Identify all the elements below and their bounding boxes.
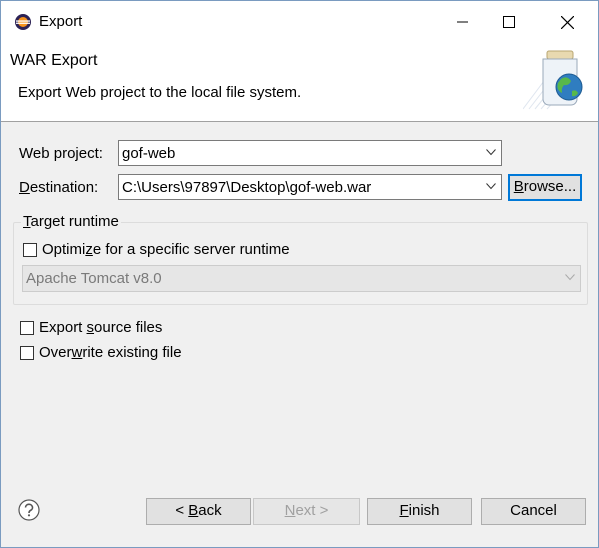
web-project-label: Web project:: [19, 145, 103, 162]
web-project-combo[interactable]: gof-web: [118, 140, 502, 166]
server-runtime-value: Apache Tomcat v8.0: [26, 270, 162, 287]
export-jar-globe-icon: [523, 50, 583, 110]
back-button[interactable]: < Back: [146, 498, 251, 525]
window-title: Export: [39, 13, 83, 30]
optimize-label: Optimize for a specific server runtime: [42, 241, 290, 258]
minimize-icon: [457, 21, 468, 23]
wizard-banner: WAR Export Export Web project to the loc…: [1, 43, 598, 122]
maximize-icon: [503, 16, 515, 28]
destination-label: Destination:: [19, 179, 99, 196]
target-runtime-group: [13, 222, 588, 305]
chevron-down-icon: [486, 183, 496, 190]
destination-value: C:\Users\97897\Desktop\gof-web.war: [122, 179, 372, 196]
overwrite-label: Overwrite existing file: [39, 344, 182, 361]
wizard-title: WAR Export: [10, 52, 98, 69]
title-bar: Export: [1, 1, 598, 43]
minimize-button[interactable]: [440, 1, 486, 43]
close-icon: [560, 15, 574, 29]
overwrite-checkbox[interactable]: [20, 346, 34, 360]
wizard-description: Export Web project to the local file sys…: [18, 84, 302, 101]
export-source-label: Export source files: [39, 319, 163, 336]
browse-button[interactable]: Browse...: [508, 174, 582, 201]
export-source-checkbox[interactable]: [20, 321, 34, 335]
target-runtime-label: Target runtime: [21, 213, 121, 230]
help-icon[interactable]: [18, 499, 40, 521]
finish-button[interactable]: Finish: [367, 498, 472, 525]
chevron-down-icon: [486, 149, 496, 156]
next-button[interactable]: Next >: [253, 498, 360, 525]
close-button[interactable]: [544, 1, 590, 43]
eclipse-icon: [15, 14, 31, 30]
export-dialog: Export WAR Export Export Web project to …: [0, 0, 599, 548]
cancel-button[interactable]: Cancel: [481, 498, 586, 525]
optimize-checkbox[interactable]: [23, 243, 37, 257]
maximize-button[interactable]: [486, 1, 532, 43]
destination-combo[interactable]: C:\Users\97897\Desktop\gof-web.war: [118, 174, 502, 200]
chevron-down-icon: [565, 274, 575, 281]
server-runtime-combo[interactable]: Apache Tomcat v8.0: [22, 265, 581, 292]
web-project-value: gof-web: [122, 145, 176, 162]
